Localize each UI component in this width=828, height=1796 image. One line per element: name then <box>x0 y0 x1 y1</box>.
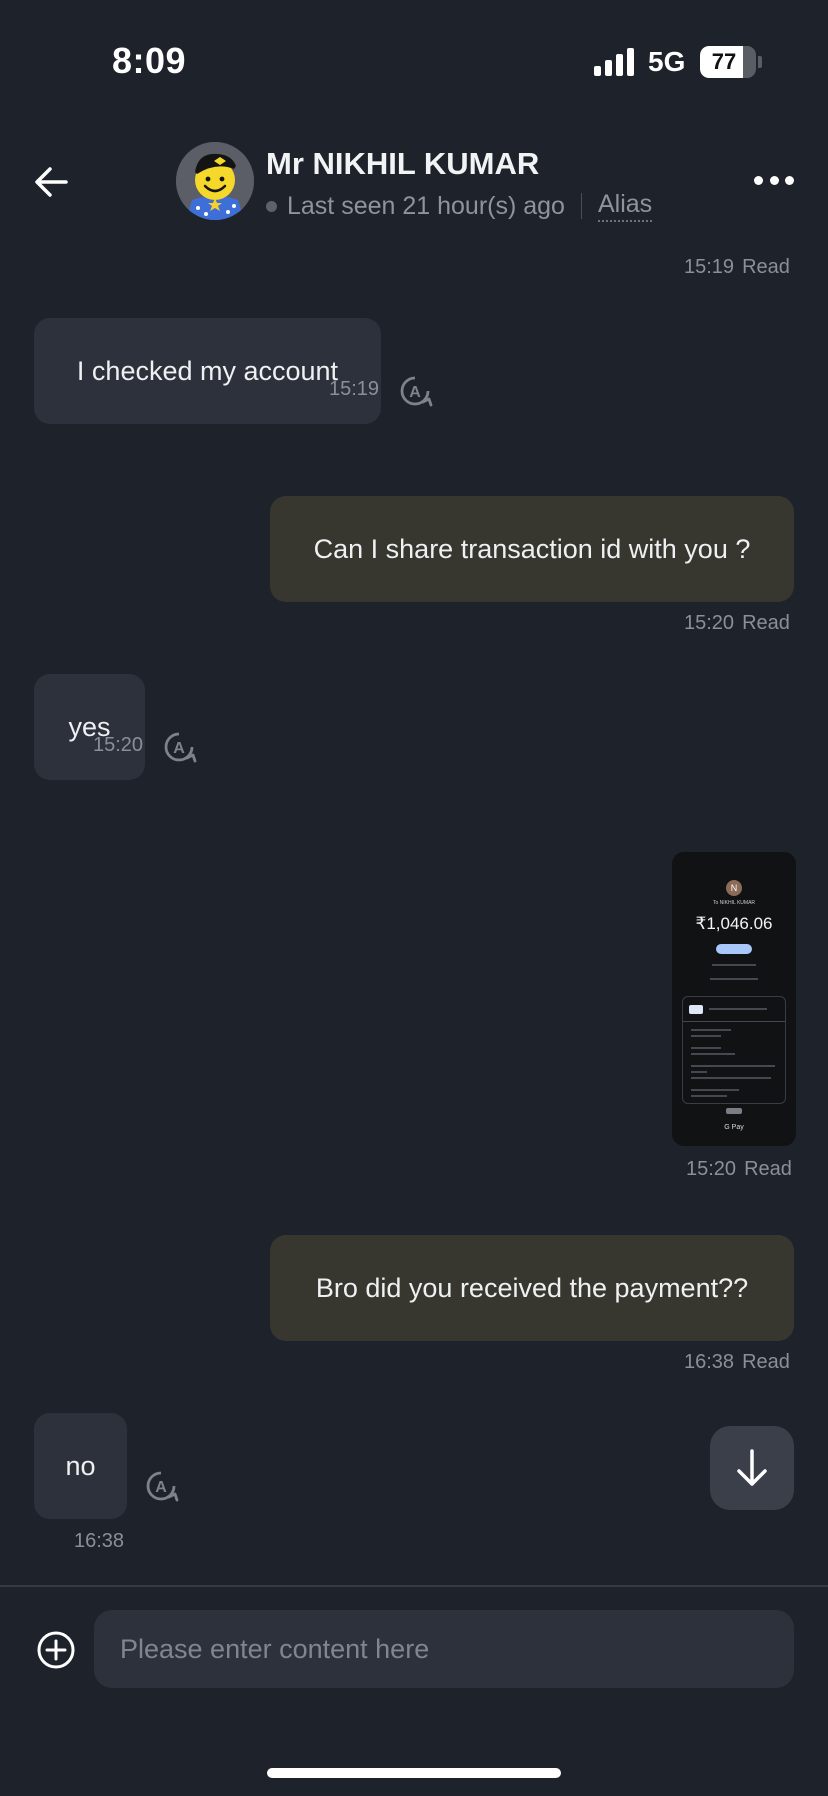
receipt-amount: ₹1,046.06 <box>695 914 773 933</box>
upi-logo-icon <box>726 1108 742 1114</box>
message-meta: 15:20 Read <box>686 1158 792 1181</box>
receipt-line <box>691 1047 721 1049</box>
dot <box>785 175 794 185</box>
receipt-line <box>691 1053 735 1055</box>
svg-text:A: A <box>409 384 421 401</box>
receipt-line <box>710 978 758 980</box>
arrow-down-icon <box>737 1449 767 1486</box>
message-list[interactable]: 15:19 Read I checked my account A 15:19 C… <box>0 200 828 1580</box>
message-bubble-incoming[interactable]: yes <box>34 674 145 780</box>
message-bubble-outgoing[interactable]: Can I share transaction id with you ? <box>270 496 794 602</box>
message-text: I checked my account <box>76 356 339 386</box>
receipt-status-pill <box>716 944 752 954</box>
battery-level: 77 <box>711 49 737 74</box>
read-status: Read <box>742 256 790 278</box>
receipt-footer: G Pay <box>724 1124 744 1131</box>
back-button[interactable] <box>30 160 74 204</box>
message-input[interactable] <box>94 1610 794 1688</box>
more-horizontal-icon <box>754 175 763 185</box>
message-time: 15:20 <box>684 612 735 634</box>
svg-text:A: A <box>173 740 185 757</box>
receipt-line <box>691 1077 771 1079</box>
home-indicator[interactable] <box>267 1768 561 1778</box>
receipt-line <box>691 1095 727 1097</box>
avatar[interactable] <box>176 142 254 220</box>
network-type: 5G <box>648 46 686 77</box>
scroll-to-bottom-button[interactable] <box>710 1426 794 1510</box>
presence-status: Last seen 21 hour(s) ago Alias <box>266 190 653 222</box>
message-time: 16:38 <box>74 1530 125 1552</box>
message-bubble-incoming[interactable]: I checked my account <box>34 318 381 424</box>
receipt-recipient: To NIKHIL KUMAR <box>712 900 756 906</box>
more-options-button[interactable] <box>754 170 794 190</box>
add-attachment-button[interactable] <box>36 1630 76 1670</box>
receipt-line <box>691 1071 707 1073</box>
presence-dot-icon <box>266 200 277 212</box>
signal-strength-icon <box>594 48 636 76</box>
auto-translate-icon[interactable]: A <box>396 372 434 410</box>
alias-link[interactable]: Alias <box>597 190 653 222</box>
message-meta: 16:38 Read <box>684 1351 790 1374</box>
message-meta: 15:19 Read <box>684 256 790 279</box>
message-time: 15:19 <box>329 378 380 400</box>
read-status: Read <box>742 612 790 634</box>
message-bubble-incoming[interactable]: no <box>34 1413 127 1519</box>
last-seen-text: Last seen 21 hour(s) ago <box>287 191 565 220</box>
auto-translate-icon[interactable]: A <box>160 728 198 766</box>
auto-translate-icon[interactable]: A <box>142 1467 180 1505</box>
divider <box>580 193 582 219</box>
bank-logo-icon <box>689 1005 703 1014</box>
read-status: Read <box>744 1158 792 1180</box>
status-bar: 8:09 5G 77 <box>0 0 828 120</box>
message-time: 16:38 <box>684 1351 735 1373</box>
message-time: 15:20 <box>93 734 144 756</box>
receipt-line <box>712 964 756 966</box>
dot <box>769 175 779 185</box>
receipt-line <box>683 1021 785 1022</box>
message-text: Can I share transaction id with you ? <box>313 534 751 564</box>
message-time: 15:19 <box>684 256 735 278</box>
smiley-avatar-icon <box>176 142 254 220</box>
receipt-avatar: N <box>726 880 742 896</box>
contact-name: Mr NIKHIL KUMAR <box>266 146 540 181</box>
message-bubble-outgoing[interactable]: Bro did you received the payment?? <box>270 1235 794 1341</box>
status-time: 8:09 <box>112 40 187 81</box>
receipt-line <box>691 1035 721 1037</box>
battery-tip <box>758 56 762 68</box>
battery-icon: 77 <box>700 46 756 78</box>
arrow-left-icon <box>35 167 68 197</box>
receipt-line <box>691 1065 775 1067</box>
payment-receipt-image[interactable]: N To NIKHIL KUMAR ₹1,046.06 G Pay <box>672 852 796 1146</box>
svg-text:A: A <box>155 1479 167 1496</box>
receipt-line <box>691 1089 739 1091</box>
plus-circle-icon <box>37 1631 75 1669</box>
receipt-details-card <box>682 996 786 1104</box>
message-time: 15:20 <box>686 1158 737 1180</box>
message-meta: 15:20 Read <box>684 612 790 635</box>
composer-divider <box>0 1585 828 1587</box>
read-status: Read <box>742 1351 790 1373</box>
receipt-line <box>691 1029 731 1031</box>
receipt-line <box>709 1008 767 1010</box>
chat-header: Mr NIKHIL KUMAR Last seen 21 hour(s) ago… <box>0 130 828 230</box>
message-text: no <box>65 1451 96 1481</box>
message-text: Bro did you received the payment?? <box>315 1273 749 1303</box>
